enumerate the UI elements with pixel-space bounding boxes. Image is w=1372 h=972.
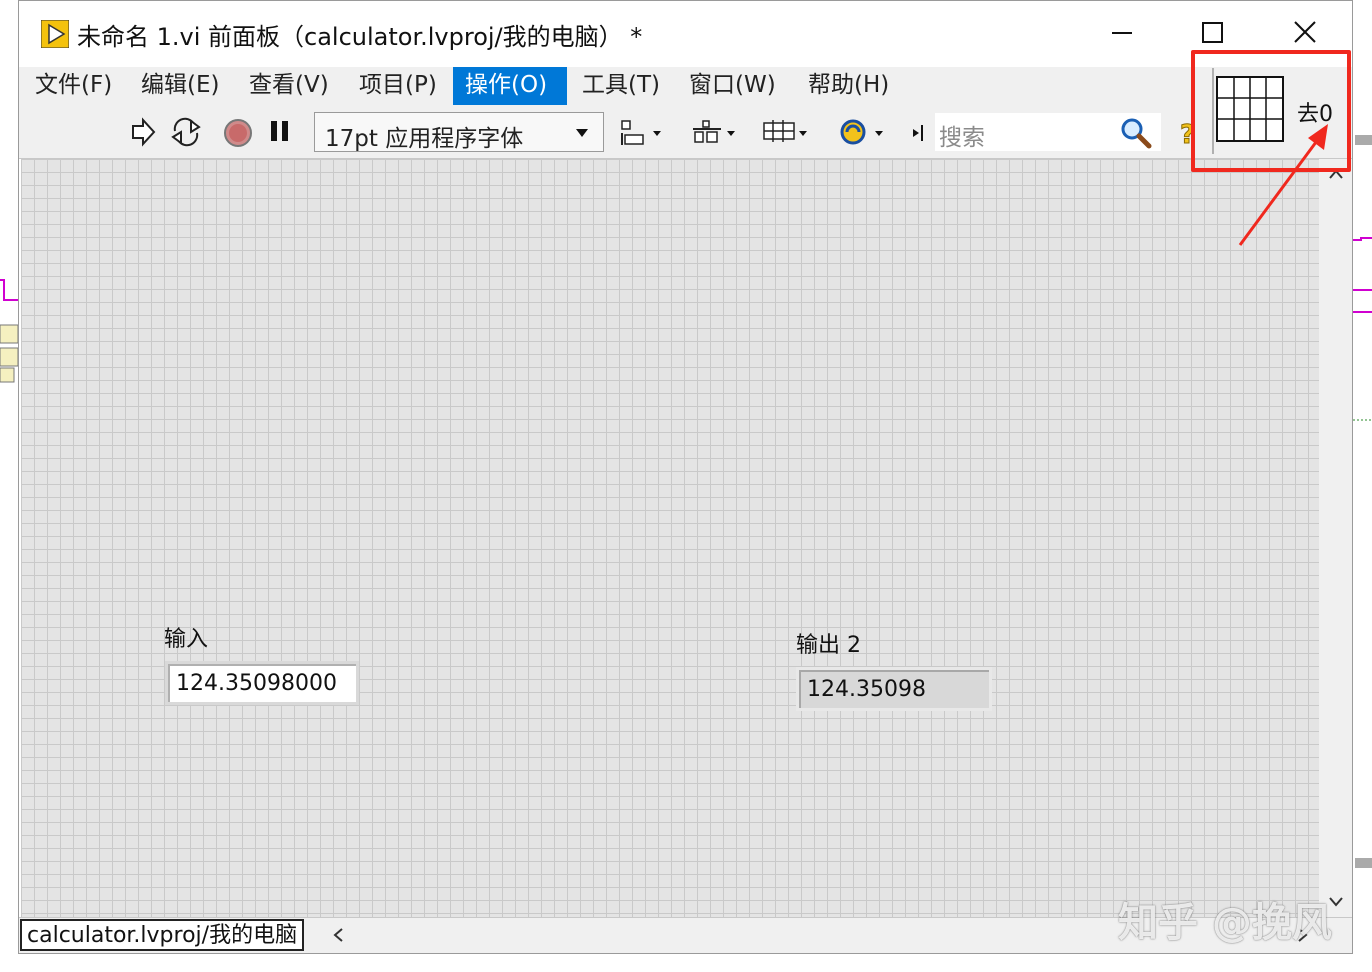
maximize-button[interactable]	[1193, 15, 1233, 51]
front-panel-canvas[interactable]: 输入 124.35098000 输出 2 124.35098	[21, 159, 1319, 917]
input-label: 输入	[164, 627, 209, 652]
title-bar[interactable]: 未命名 1.vi 前面板（calculator.lvproj/我的电脑） *	[19, 1, 1352, 67]
dropdown-arrow-icon	[576, 129, 588, 137]
minimize-icon	[1112, 32, 1132, 34]
menu-window[interactable]: 窗口(W)	[677, 67, 788, 105]
background-diagram-left	[0, 279, 19, 383]
search-input[interactable]: 搜索	[935, 113, 1161, 151]
front-panel-window: 未命名 1.vi 前面板（calculator.lvproj/我的电脑） * 文…	[18, 0, 1353, 954]
abort-icon[interactable]	[222, 117, 254, 149]
output-label: 输出 2	[796, 633, 861, 658]
minimize-button[interactable]	[1102, 15, 1142, 51]
search-icon[interactable]	[1119, 116, 1153, 150]
menu-operate[interactable]: 操作(O)	[453, 67, 567, 105]
maximize-icon	[1202, 22, 1223, 43]
menu-tools[interactable]: 工具(T)	[570, 67, 672, 105]
menu-file[interactable]: 文件(F)	[23, 67, 124, 105]
close-button[interactable]	[1285, 15, 1325, 51]
run-arrow-icon[interactable]	[129, 117, 157, 147]
window-title: 未命名 1.vi 前面板（calculator.lvproj/我的电脑） *	[77, 23, 643, 51]
align-objects-icon[interactable]	[619, 117, 669, 149]
font-selector[interactable]: 17pt 应用程序字体	[314, 112, 604, 152]
distribute-objects-icon[interactable]	[691, 117, 741, 149]
vertical-scrollbar[interactable]	[1319, 159, 1352, 917]
reorder-icon[interactable]	[837, 117, 889, 149]
search-placeholder: 搜索	[939, 125, 985, 151]
toolbar: 17pt 应用程序字体 搜索 ?	[19, 105, 1352, 159]
menu-bar: 文件(F) 编辑(E) 查看(V) 项目(P) 操作(O) 工具(T) 窗口(W…	[19, 67, 1352, 105]
watermark: 知乎 @挽风	[1118, 900, 1332, 946]
font-selector-value: 17pt 应用程序字体	[325, 126, 524, 152]
background-diagram-right	[1353, 135, 1372, 868]
resize-objects-icon[interactable]	[761, 117, 815, 149]
application-instance[interactable]: calculator.lvproj/我的电脑	[20, 919, 305, 951]
menu-view[interactable]: 查看(V)	[237, 67, 341, 105]
splitter-icon[interactable]	[909, 117, 929, 149]
menu-edit[interactable]: 编辑(E)	[129, 67, 231, 105]
annotation-arrow-icon	[1238, 124, 1328, 246]
menu-project[interactable]: 项目(P)	[347, 67, 449, 105]
menu-help[interactable]: 帮助(H)	[796, 67, 901, 105]
run-continuously-icon[interactable]	[169, 117, 203, 147]
output-numeric-indicator: 124.35098	[796, 667, 992, 711]
pause-icon[interactable]	[267, 117, 293, 147]
close-icon	[1294, 21, 1316, 43]
input-numeric-control[interactable]: 124.35098000	[165, 661, 359, 705]
labview-icon	[41, 20, 69, 48]
scroll-left-icon[interactable]	[331, 926, 345, 944]
